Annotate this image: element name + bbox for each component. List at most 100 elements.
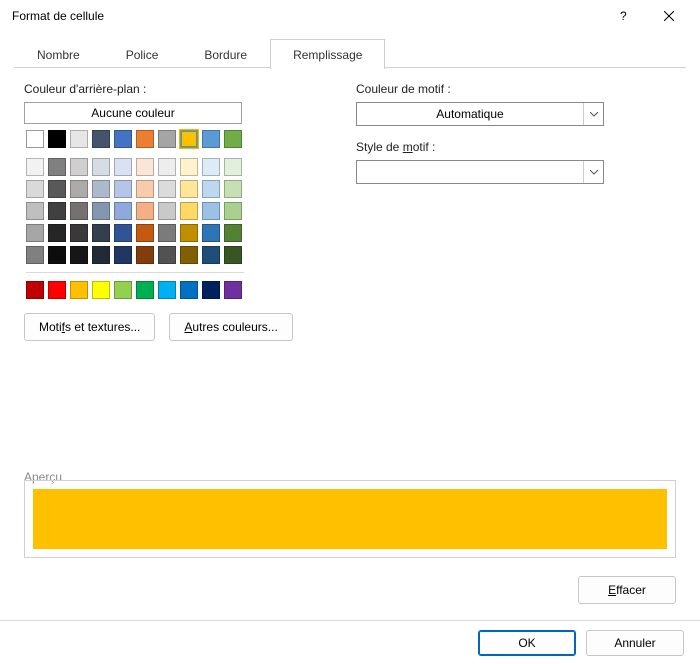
- svg-text:?: ?: [620, 11, 627, 21]
- color-swatch[interactable]: [180, 158, 198, 176]
- color-swatch[interactable]: [136, 130, 154, 148]
- color-swatch[interactable]: [158, 281, 176, 299]
- color-swatch[interactable]: [114, 202, 132, 220]
- color-swatch[interactable]: [202, 180, 220, 198]
- no-color-button[interactable]: Aucune couleur: [24, 102, 242, 124]
- preview-fill: [33, 489, 667, 549]
- color-swatch[interactable]: [202, 130, 220, 148]
- tab-number[interactable]: Nombre: [14, 39, 103, 69]
- color-swatch[interactable]: [70, 130, 88, 148]
- chevron-down-icon: [583, 103, 603, 125]
- color-swatch[interactable]: [26, 180, 44, 198]
- color-swatch[interactable]: [26, 246, 44, 264]
- theme-shades-grid: [24, 156, 249, 266]
- color-swatch[interactable]: [158, 246, 176, 264]
- color-swatch[interactable]: [48, 246, 66, 264]
- color-swatch[interactable]: [180, 224, 198, 242]
- color-swatch[interactable]: [202, 202, 220, 220]
- color-swatch[interactable]: [224, 180, 242, 198]
- color-swatch[interactable]: [48, 224, 66, 242]
- color-swatch[interactable]: [92, 246, 110, 264]
- more-colors-label: Autres couleurs...: [184, 320, 277, 334]
- ok-label: OK: [518, 636, 535, 650]
- color-swatch[interactable]: [224, 130, 242, 148]
- color-swatch[interactable]: [92, 130, 110, 148]
- color-swatch[interactable]: [92, 224, 110, 242]
- close-button[interactable]: [646, 0, 692, 32]
- help-button[interactable]: ?: [600, 0, 646, 32]
- color-swatch[interactable]: [26, 281, 44, 299]
- color-swatch[interactable]: [136, 202, 154, 220]
- color-swatch[interactable]: [70, 158, 88, 176]
- color-swatch[interactable]: [136, 180, 154, 198]
- dialog-body: Couleur d'arrière-plan : Aucune couleur …: [0, 68, 700, 341]
- color-swatch[interactable]: [180, 180, 198, 198]
- pattern-color-label: Couleur de motif :: [356, 82, 676, 96]
- color-swatch[interactable]: [224, 224, 242, 242]
- color-swatch[interactable]: [114, 130, 132, 148]
- color-swatch[interactable]: [224, 202, 242, 220]
- tab-font[interactable]: Police: [103, 39, 182, 69]
- color-swatch[interactable]: [48, 281, 66, 299]
- color-swatch[interactable]: [92, 202, 110, 220]
- color-swatch[interactable]: [224, 246, 242, 264]
- pattern-style-select[interactable]: [356, 160, 604, 184]
- color-swatch[interactable]: [180, 246, 198, 264]
- color-swatch[interactable]: [26, 130, 44, 148]
- color-swatch[interactable]: [224, 158, 242, 176]
- dialog-title: Format de cellule: [12, 9, 600, 23]
- color-swatch[interactable]: [26, 224, 44, 242]
- color-swatch[interactable]: [158, 180, 176, 198]
- tab-border[interactable]: Bordure: [181, 39, 270, 69]
- color-swatch[interactable]: [48, 180, 66, 198]
- color-swatch[interactable]: [158, 202, 176, 220]
- color-swatch[interactable]: [136, 281, 154, 299]
- color-swatch[interactable]: [26, 158, 44, 176]
- color-swatch[interactable]: [48, 158, 66, 176]
- color-swatch[interactable]: [158, 158, 176, 176]
- color-swatch[interactable]: [202, 246, 220, 264]
- color-swatch[interactable]: [114, 281, 132, 299]
- color-swatch[interactable]: [70, 246, 88, 264]
- fill-effects-button[interactable]: Motifs et textures...: [24, 313, 155, 341]
- color-swatch[interactable]: [114, 224, 132, 242]
- cancel-button[interactable]: Annuler: [586, 630, 684, 656]
- color-swatch[interactable]: [70, 224, 88, 242]
- clear-button[interactable]: Effacer: [578, 576, 676, 604]
- color-swatch[interactable]: [92, 158, 110, 176]
- color-swatch[interactable]: [158, 130, 176, 148]
- color-swatch[interactable]: [136, 224, 154, 242]
- color-swatch[interactable]: [158, 224, 176, 242]
- color-swatch[interactable]: [202, 281, 220, 299]
- bg-color-label: Couleur d'arrière-plan :: [24, 82, 324, 96]
- color-swatch[interactable]: [180, 202, 198, 220]
- pattern-color-select[interactable]: Automatique: [356, 102, 604, 126]
- color-swatch[interactable]: [180, 130, 198, 148]
- color-swatch[interactable]: [136, 158, 154, 176]
- color-swatch[interactable]: [114, 180, 132, 198]
- color-swatch[interactable]: [70, 281, 88, 299]
- color-swatch[interactable]: [70, 202, 88, 220]
- clear-row: Effacer: [578, 576, 676, 604]
- color-swatch[interactable]: [180, 281, 198, 299]
- tab-fill[interactable]: Remplissage: [270, 39, 385, 69]
- color-swatch[interactable]: [70, 180, 88, 198]
- color-swatch[interactable]: [224, 281, 242, 299]
- color-swatch[interactable]: [202, 158, 220, 176]
- color-swatch[interactable]: [92, 281, 110, 299]
- color-swatch[interactable]: [114, 246, 132, 264]
- color-swatch[interactable]: [48, 202, 66, 220]
- color-swatch[interactable]: [26, 202, 44, 220]
- right-pane: Couleur de motif : Automatique Style de …: [356, 82, 676, 341]
- format-cells-dialog: Format de cellule ? Nombre Police Bordur…: [0, 0, 700, 664]
- clear-label: Effacer: [608, 583, 646, 597]
- color-swatch[interactable]: [48, 130, 66, 148]
- more-colors-button[interactable]: Autres couleurs...: [169, 313, 292, 341]
- color-swatch[interactable]: [114, 158, 132, 176]
- fill-effects-label: Motifs et textures...: [39, 320, 140, 334]
- color-swatch[interactable]: [136, 246, 154, 264]
- color-swatch[interactable]: [92, 180, 110, 198]
- color-swatch[interactable]: [202, 224, 220, 242]
- title-bar: Format de cellule ?: [0, 0, 700, 32]
- ok-button[interactable]: OK: [478, 630, 576, 656]
